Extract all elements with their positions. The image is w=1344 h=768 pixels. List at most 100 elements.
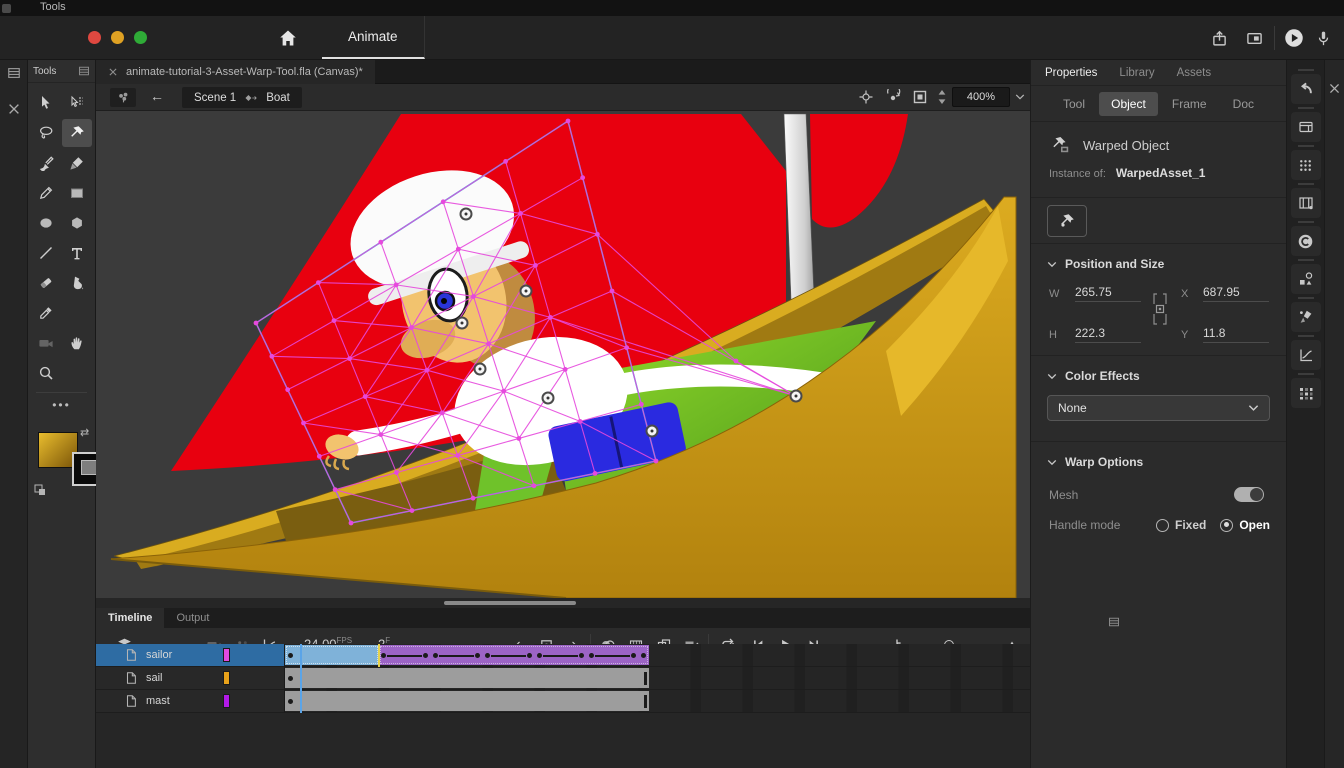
breadcrumb-symbol[interactable]: Boat: [266, 92, 290, 104]
keyframe-dot[interactable]: [433, 653, 438, 658]
layer-color-swatch[interactable]: [223, 671, 230, 685]
more-tools-button[interactable]: •••: [28, 398, 95, 412]
panel-menu-icon[interactable]: [7, 66, 21, 80]
classic-brush-tool[interactable]: [62, 149, 92, 177]
link-dimensions-icon[interactable]: [1151, 292, 1169, 326]
keyframe-dot[interactable]: [537, 653, 542, 658]
line-tool[interactable]: [31, 239, 61, 267]
handle-mode-open-radio[interactable]: [1220, 519, 1233, 532]
color-effect-dropdown[interactable]: None: [1047, 395, 1270, 421]
keyframe-dot[interactable]: [631, 653, 636, 658]
polystar-tool[interactable]: [62, 209, 92, 237]
pattern-grid-panel-icon[interactable]: [1291, 378, 1321, 408]
keyframe-dot[interactable]: [475, 653, 480, 658]
mesh-toggle[interactable]: [1234, 487, 1264, 502]
zoom-tool[interactable]: [31, 359, 61, 387]
static-span[interactable]: [285, 668, 649, 688]
scrollbar-thumb[interactable]: [444, 601, 576, 605]
tab-properties[interactable]: Properties: [1045, 67, 1097, 79]
hand-tool[interactable]: [62, 329, 92, 357]
keyframe-dot[interactable]: [288, 699, 293, 704]
oval-tool[interactable]: [31, 209, 61, 237]
test-movie-icon[interactable]: [1283, 27, 1305, 49]
lasso-tool[interactable]: [31, 119, 61, 147]
tween-span[interactable]: [379, 645, 649, 665]
stage-hscrollbar[interactable]: [96, 598, 1030, 608]
tab-animate[interactable]: Animate: [322, 16, 425, 59]
width-field[interactable]: 265.75: [1075, 285, 1141, 302]
frames-panel-icon[interactable]: [1291, 188, 1321, 218]
os-menu-item[interactable]: Tools: [40, 1, 66, 13]
keyframe-dot[interactable]: [288, 653, 293, 658]
swatches-panel-icon[interactable]: [1291, 150, 1321, 180]
panel-menu-icon[interactable]: [78, 65, 90, 77]
layer-color-swatch[interactable]: [223, 648, 230, 662]
window-minimize-button[interactable]: [111, 31, 124, 44]
layer-frames-mast[interactable]: [285, 690, 1030, 713]
subtab-tool[interactable]: Tool: [1051, 92, 1097, 116]
chevron-down-icon[interactable]: [1047, 373, 1057, 380]
layer-frames-sail[interactable]: [285, 667, 1030, 690]
back-arrow-icon[interactable]: ←: [150, 88, 164, 104]
window-close-button[interactable]: [88, 31, 101, 44]
asset-warp-tool[interactable]: [62, 119, 92, 147]
layer-name-mast[interactable]: mast: [96, 690, 285, 713]
cc-libraries-icon[interactable]: [1291, 226, 1321, 256]
keyframe-dot[interactable]: [485, 653, 490, 658]
warp-brush-panel-icon[interactable]: [1291, 302, 1321, 332]
breadcrumb-scene[interactable]: Scene 1: [194, 92, 236, 104]
display-mode-icon[interactable]: [1243, 27, 1265, 49]
selection-tool[interactable]: [31, 89, 61, 117]
subselection-tool[interactable]: [62, 89, 92, 117]
eyedropper-tool[interactable]: [31, 299, 61, 327]
history-panel-icon[interactable]: [1291, 74, 1321, 104]
keyframe-dot[interactable]: [579, 653, 584, 658]
chevron-down-icon[interactable]: [1047, 261, 1057, 268]
y-field[interactable]: 11.8: [1203, 326, 1269, 343]
share-icon[interactable]: [1208, 27, 1230, 49]
edit-symbols-icon[interactable]: [110, 88, 136, 107]
paint-bucket-tool[interactable]: [62, 269, 92, 297]
subtab-doc[interactable]: Doc: [1221, 92, 1266, 116]
camera-tool[interactable]: [31, 329, 61, 357]
properties-panel-icon[interactable]: [1291, 112, 1321, 142]
text-tool[interactable]: [62, 239, 92, 267]
layer-frames-sailor[interactable]: [285, 644, 1030, 667]
rotate-view-icon[interactable]: [885, 89, 901, 105]
close-document-icon[interactable]: [108, 67, 118, 77]
static-span[interactable]: [285, 691, 649, 711]
keyframe-dot[interactable]: [527, 653, 532, 658]
x-field[interactable]: 687.95: [1203, 285, 1269, 302]
fixed-option-label[interactable]: Fixed: [1175, 518, 1206, 532]
subtab-frame[interactable]: Frame: [1160, 92, 1219, 116]
swap-colors-icon[interactable]: ⇄: [80, 426, 89, 439]
stage-canvas[interactable]: [96, 111, 1030, 598]
motion-editor-panel-icon[interactable]: [1291, 340, 1321, 370]
center-stage-icon[interactable]: [858, 89, 874, 105]
keyframe-dot[interactable]: [288, 676, 293, 681]
instance-name[interactable]: WarpedAsset_1: [1116, 166, 1206, 180]
tab-library[interactable]: Library: [1119, 67, 1154, 79]
tab-output[interactable]: Output: [164, 608, 221, 628]
window-zoom-button[interactable]: [134, 31, 147, 44]
keyframe-dot[interactable]: [589, 653, 594, 658]
default-colors-icon[interactable]: [34, 484, 46, 496]
zoom-dropdown-icon[interactable]: [1015, 93, 1025, 101]
panel-menu-icon[interactable]: [1108, 616, 1120, 628]
keyframe-dot[interactable]: [423, 653, 428, 658]
keyframe-dot[interactable]: [641, 653, 646, 658]
keyframe-dot[interactable]: [381, 653, 386, 658]
handle-mode-fixed-radio[interactable]: [1156, 519, 1169, 532]
open-option-label[interactable]: Open: [1239, 518, 1270, 532]
clip-content-icon[interactable]: [912, 89, 928, 105]
layer-color-swatch[interactable]: [223, 694, 230, 708]
zoom-level-input[interactable]: 400%: [952, 87, 1010, 107]
eraser-tool[interactable]: [31, 269, 61, 297]
zoom-stepper-icon[interactable]: [937, 89, 947, 105]
close-panel-icon[interactable]: [7, 102, 21, 116]
document-tab[interactable]: animate-tutorial-3-Asset-Warp-Tool.fla (…: [96, 60, 375, 84]
close-panel-icon[interactable]: [1328, 82, 1341, 95]
microphone-icon[interactable]: [1312, 27, 1334, 49]
home-icon[interactable]: [278, 28, 298, 48]
chevron-down-icon[interactable]: [1047, 459, 1057, 466]
